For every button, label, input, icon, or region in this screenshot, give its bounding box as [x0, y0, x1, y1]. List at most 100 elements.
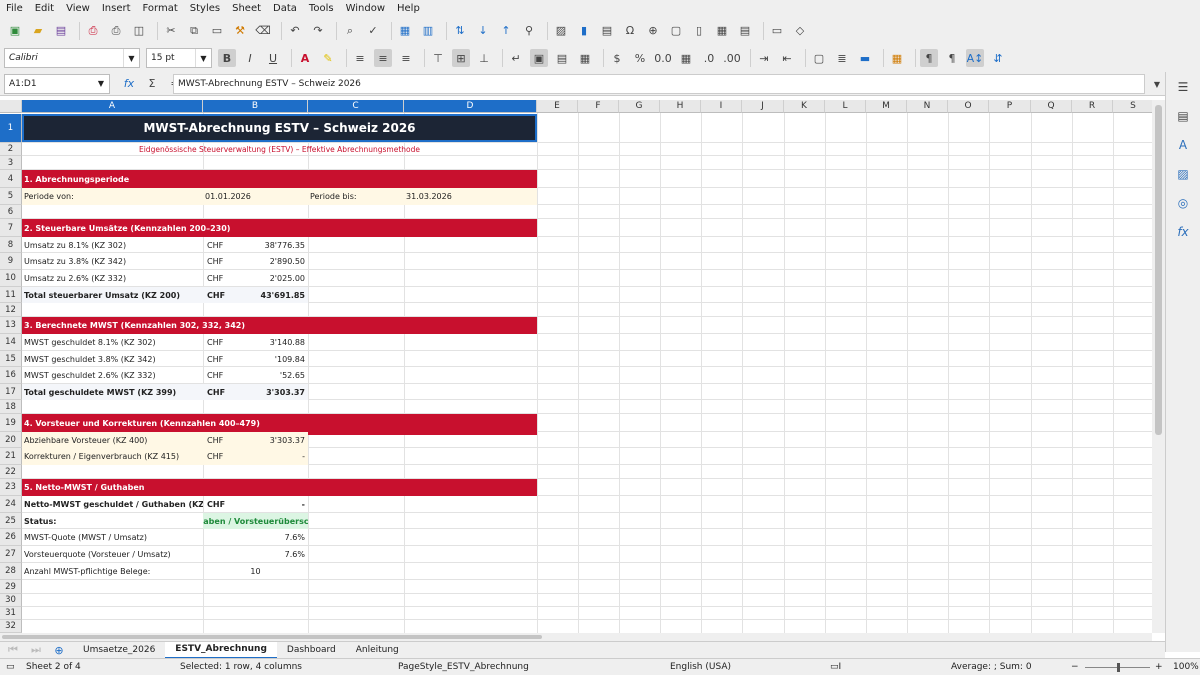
column-header-a[interactable]: A [22, 100, 203, 113]
section-header-1[interactable]: 1. Abrechnungsperiode [22, 170, 537, 188]
status-label[interactable]: Status: [22, 513, 203, 529]
select-all-corner[interactable] [0, 100, 22, 113]
first-sheet-icon[interactable]: ⏮ [4, 641, 22, 659]
functions-icon[interactable]: fx [1174, 223, 1192, 241]
percent-format-icon[interactable]: % [631, 49, 649, 67]
row-header[interactable]: 6 [0, 205, 22, 219]
menu-help[interactable]: Help [397, 3, 420, 14]
row-header[interactable]: 24 [0, 496, 22, 513]
amount-value[interactable]: '109.84 [245, 351, 307, 367]
date-format-icon[interactable]: ▦ [677, 49, 695, 67]
hamburger-menu-icon[interactable]: ☰ [1174, 78, 1192, 96]
amount-value[interactable]: 3'303.37 [245, 432, 307, 448]
vertical-text-icon[interactable]: ⇵ [989, 49, 1007, 67]
open-folder-icon[interactable]: ▰ [29, 22, 47, 40]
row-header[interactable]: 2 [0, 143, 22, 156]
chevron-down-icon[interactable]: ▼ [98, 79, 104, 88]
column-header-i[interactable]: I [701, 100, 742, 113]
amount-value[interactable]: 2'890.50 [245, 253, 307, 270]
navigator-icon[interactable]: ◎ [1174, 194, 1192, 212]
cut-icon[interactable]: ✂ [162, 22, 180, 40]
clear-formatting-icon[interactable]: ⌫ [254, 22, 272, 40]
menu-format[interactable]: Format [143, 3, 178, 14]
paste-icon[interactable]: ▭ [208, 22, 226, 40]
total-row-label[interactable]: Total steuerbarer Umsatz (KZ 200) [22, 287, 203, 303]
period-from-value[interactable]: 01.01.2026 [203, 188, 308, 205]
currency-label[interactable]: CHF [205, 351, 245, 367]
page-style[interactable]: PageStyle_ESTV_Abrechnung [398, 662, 529, 672]
currency-label[interactable]: CHF [205, 270, 245, 287]
table-row-label[interactable]: Anzahl MWST-pflichtige Belege: [22, 563, 203, 580]
sheet-tab-dashboard[interactable]: Dashboard [277, 642, 346, 659]
spreadsheet-grid[interactable]: A B C D E F G H I J K L M N O P Q R S 1 … [0, 100, 1152, 633]
amount-value[interactable]: 38'776.35 [245, 237, 307, 253]
chevron-down-icon[interactable]: ▼ [195, 49, 211, 67]
table-row-label[interactable]: Korrekturen / Eigenverbrauch (KZ 415) [22, 448, 203, 465]
table-row-label[interactable]: Vorsteuerquote (Vorsteuer / Umsatz) [22, 546, 203, 563]
last-sheet-icon[interactable]: ⏭ [27, 641, 45, 659]
special-character-icon[interactable]: Ω [621, 22, 639, 40]
row-header[interactable]: 30 [0, 594, 22, 607]
row-header[interactable]: 11 [0, 287, 22, 303]
column-header-o[interactable]: O [948, 100, 989, 113]
insert-chart-icon[interactable]: ▮ [575, 22, 593, 40]
amount-value[interactable]: '52.65 [245, 367, 307, 384]
align-center-icon[interactable]: ≡ [374, 49, 392, 67]
gallery-icon[interactable]: ▨ [1174, 165, 1192, 183]
net-vat-value[interactable]: - [245, 496, 307, 513]
row-header[interactable]: 31 [0, 607, 22, 620]
menu-styles[interactable]: Styles [190, 3, 220, 14]
menu-tools[interactable]: Tools [309, 3, 334, 14]
period-to-label[interactable]: Periode bis: [308, 188, 404, 205]
percent-value[interactable]: 7.6% [203, 529, 307, 546]
font-color-icon[interactable]: A [296, 49, 314, 67]
currency-label[interactable]: CHF [205, 367, 245, 384]
spelling-icon[interactable]: ✓ [364, 22, 382, 40]
border-color-icon[interactable]: ▬ [856, 49, 874, 67]
column-header-e[interactable]: E [537, 100, 578, 113]
row-header[interactable]: 20 [0, 432, 22, 448]
merge-cells-icon[interactable]: ▤ [553, 49, 571, 67]
menu-insert[interactable]: Insert [102, 3, 131, 14]
row-header[interactable]: 19 [0, 414, 22, 432]
table-row-label[interactable]: Abziehbare Vorsteuer (KZ 400) [22, 432, 203, 448]
row-icon[interactable]: ▦ [396, 22, 414, 40]
currency-label[interactable]: CHF [205, 237, 245, 253]
column-header-s[interactable]: S [1113, 100, 1152, 113]
border-style-icon[interactable]: ≣ [833, 49, 851, 67]
row-header[interactable]: 13 [0, 317, 22, 334]
formula-input[interactable]: MWST-Abrechnung ESTV – Schweiz 2026 [173, 74, 1145, 94]
row-header[interactable]: 5 [0, 188, 22, 205]
sheet-tab-estv-abrechnung[interactable]: ESTV_Abrechnung [165, 641, 277, 659]
row-header[interactable]: 27 [0, 546, 22, 563]
status-badge[interactable]: Guthaben / Vorsteuerüberschuss [203, 513, 308, 529]
section-header-4[interactable]: 4. Vorsteuer und Korrekturen (Kennzahlen… [22, 414, 537, 432]
column-header-l[interactable]: L [825, 100, 866, 113]
show-draw-functions-icon[interactable]: ◇ [791, 22, 809, 40]
row-header[interactable]: 8 [0, 237, 22, 253]
hyperlink-icon[interactable]: ⊕ [644, 22, 662, 40]
column-header-b[interactable]: B [203, 100, 308, 113]
row-header[interactable]: 1 [0, 114, 22, 143]
increase-indent-icon[interactable]: ⇥ [755, 49, 773, 67]
new-document-icon[interactable]: ▣ [6, 22, 24, 40]
align-top-icon[interactable]: ⊤ [429, 49, 447, 67]
section-header-2[interactable]: 2. Steuerbare Umsätze (Kennzahlen 200–23… [22, 219, 537, 237]
decrease-indent-icon[interactable]: ⇤ [778, 49, 796, 67]
merge-center-icon[interactable]: ▣ [530, 49, 548, 67]
total-value[interactable]: 3'303.37 [245, 384, 307, 400]
row-header[interactable]: 26 [0, 529, 22, 546]
column-header-n[interactable]: N [907, 100, 948, 113]
menu-file[interactable]: File [6, 3, 23, 14]
language-status[interactable]: English (USA) [670, 662, 731, 672]
net-vat-label[interactable]: Netto-MWST geschuldet / Guthaben (KZ 500… [22, 496, 203, 513]
split-window-icon[interactable]: ▭ [768, 22, 786, 40]
table-row-label[interactable]: Umsatz zu 3.8% (KZ 342) [22, 253, 203, 270]
undo-icon[interactable]: ↶ [286, 22, 304, 40]
row-header[interactable]: 15 [0, 351, 22, 367]
sheet-title-cell[interactable]: MWST-Abrechnung ESTV – Schweiz 2026 [22, 114, 537, 142]
currency-label[interactable]: CHF [205, 253, 245, 270]
currency-format-icon[interactable]: $ [608, 49, 626, 67]
currency-label[interactable]: CHF [205, 496, 245, 513]
amount-value[interactable]: 3'140.88 [245, 334, 307, 351]
